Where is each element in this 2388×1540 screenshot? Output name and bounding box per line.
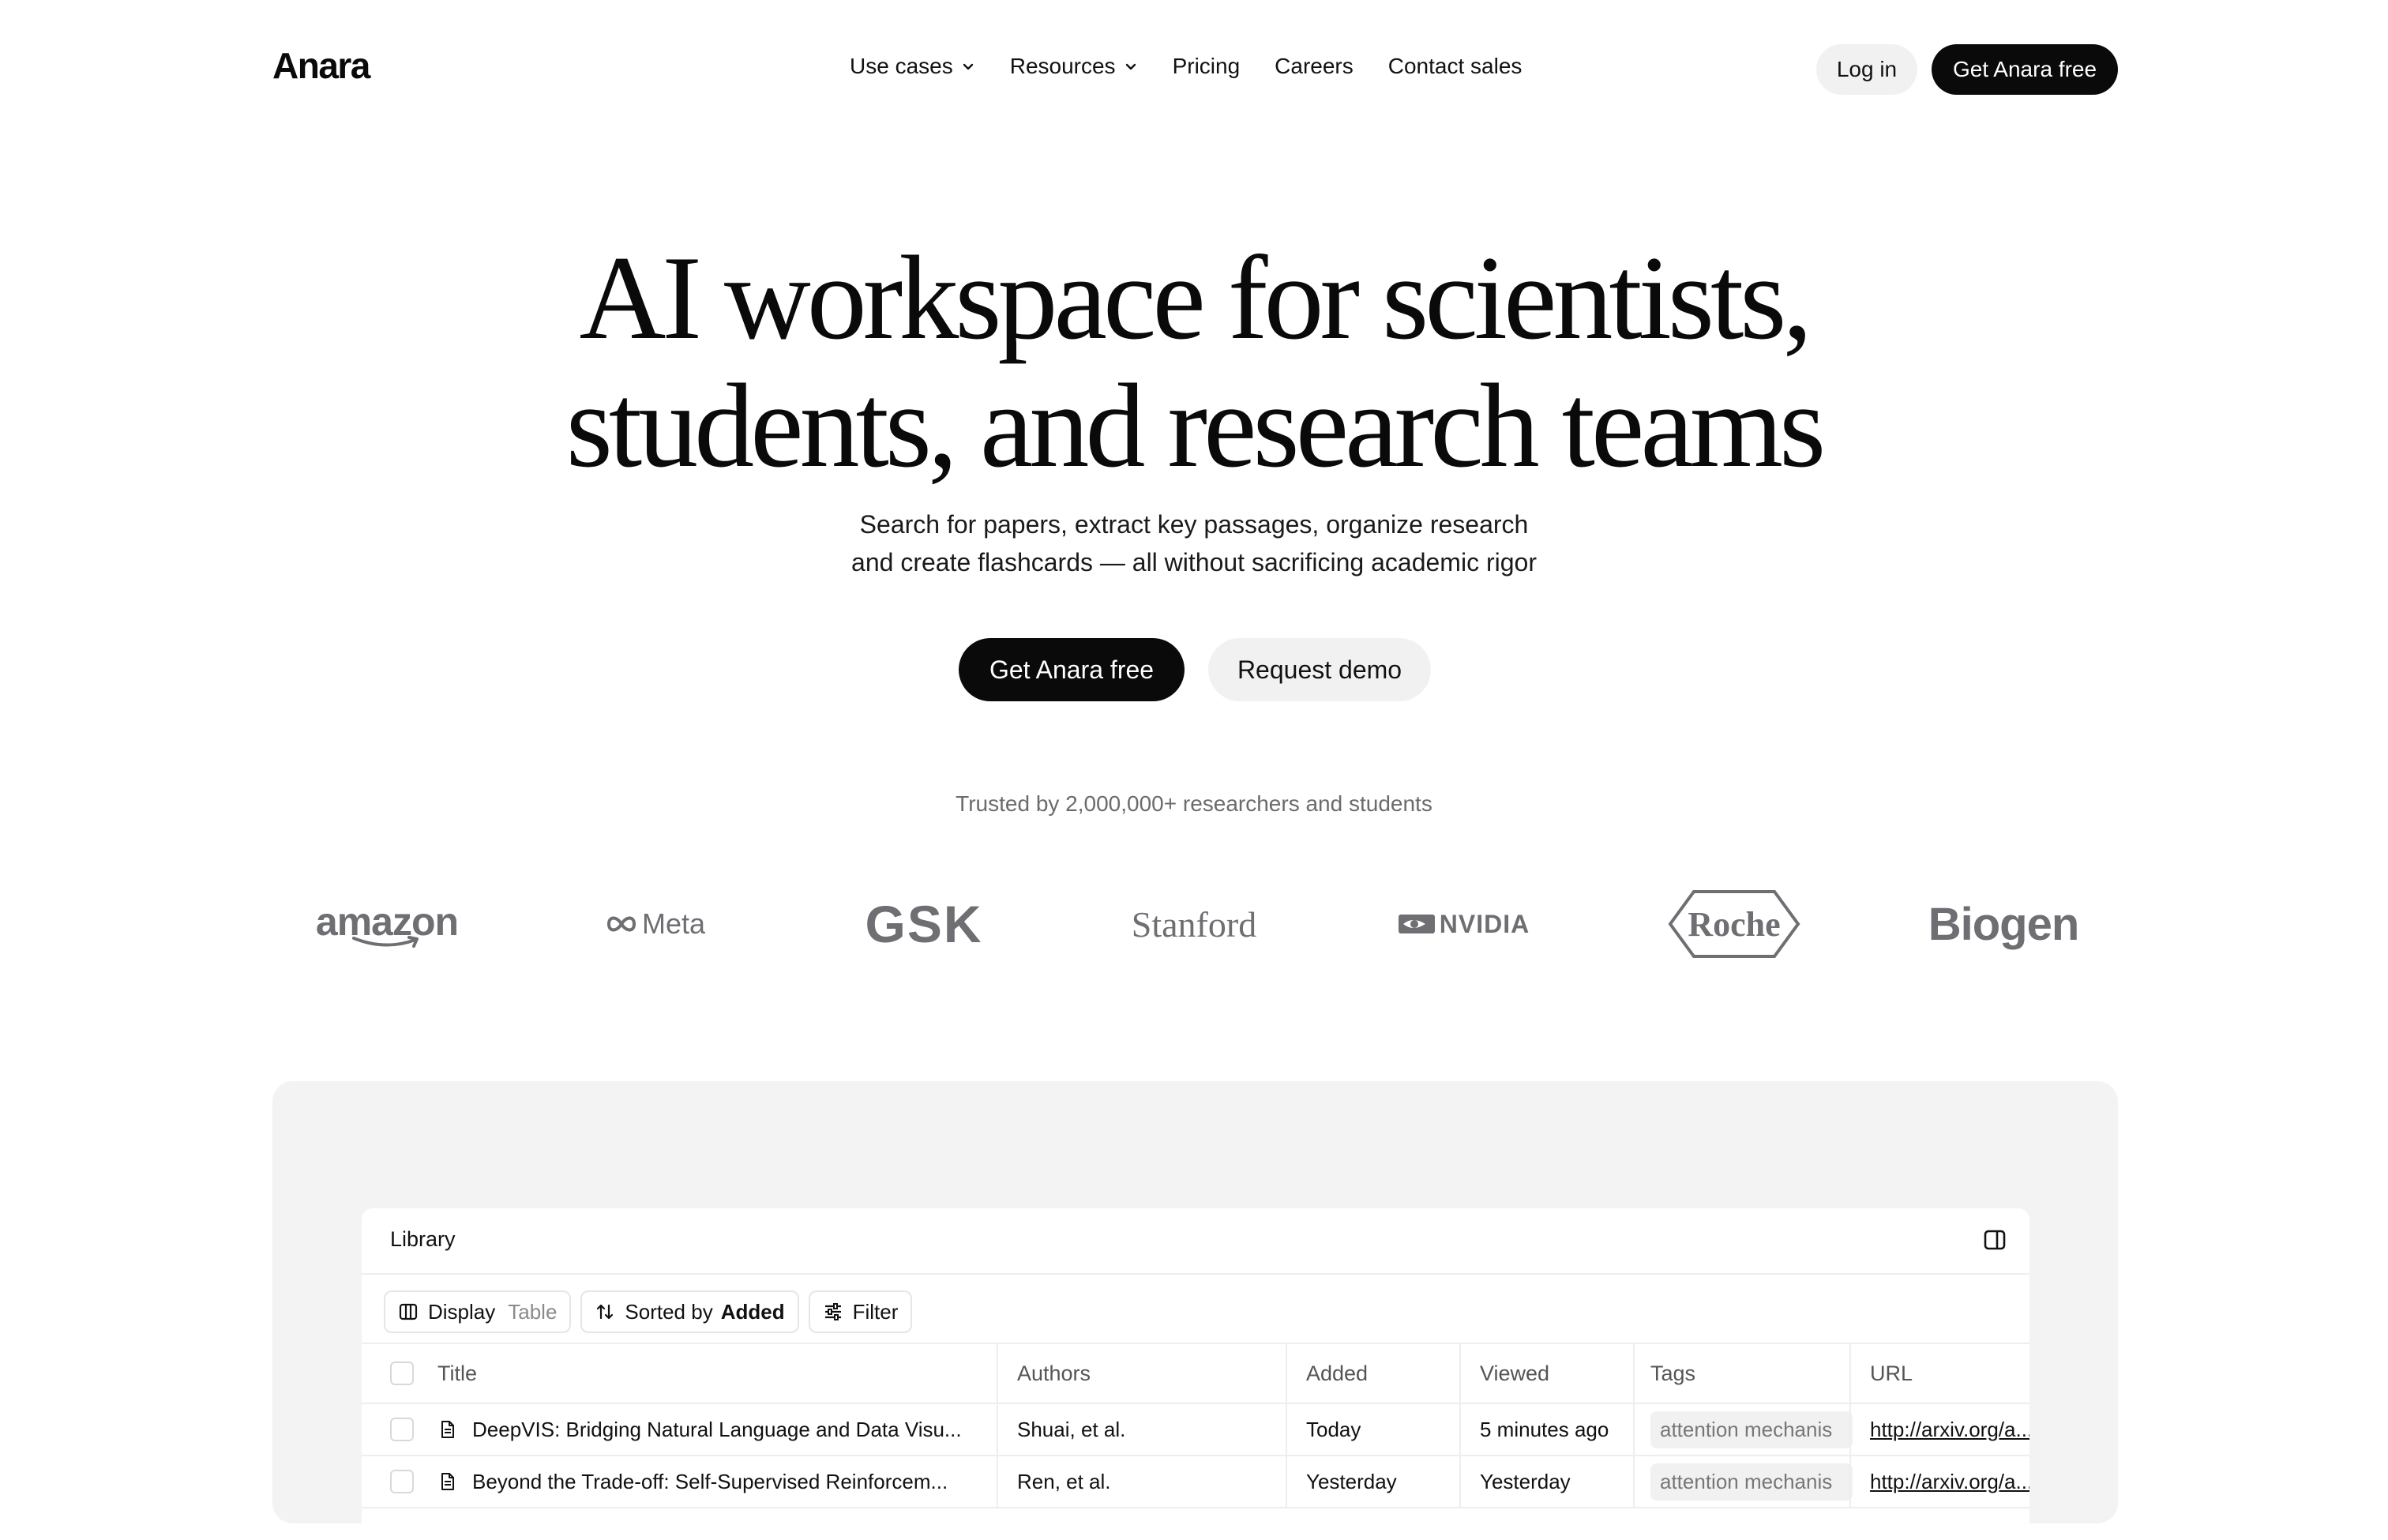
library-header: Library: [362, 1208, 2029, 1275]
table-row[interactable]: Beyond the Trade-off: Self-Supervised Re…: [362, 1456, 2029, 1508]
biogen-logo: Biogen: [1928, 898, 2080, 950]
sort-button[interactable]: Sorted by Added: [580, 1290, 799, 1333]
hero-buttons: Get Anara free Request demo: [959, 638, 1431, 701]
gsk-logo: GSK: [865, 895, 983, 953]
row-viewed: Yesterday: [1459, 1456, 1654, 1507]
hero-subtitle-line-1: Search for papers, extract key passages,…: [859, 510, 1529, 539]
row-check-cell: [390, 1456, 414, 1507]
nvidia-eye-icon: [1398, 915, 1435, 933]
row-authors: Shuai, et al.: [997, 1404, 1306, 1455]
menu-careers-label: Careers: [1275, 54, 1354, 78]
select-all-checkbox[interactable]: [390, 1362, 414, 1385]
menu-use-cases-label: Use cases: [850, 54, 953, 78]
row-added: Yesterday: [1286, 1456, 1480, 1507]
row-url-link[interactable]: http://arxiv.org/a...: [1870, 1470, 2029, 1494]
row-tags-cell: attention mechanis: [1633, 1456, 1867, 1507]
filter-sliders-icon: [824, 1303, 841, 1320]
table-row[interactable]: DeepVIS: Bridging Natural Language and D…: [362, 1404, 2029, 1456]
tag-chip[interactable]: attention mechanis: [1650, 1463, 1853, 1501]
row-viewed: 5 minutes ago: [1459, 1404, 1654, 1455]
display-button[interactable]: Display Table: [384, 1290, 572, 1333]
request-demo-button[interactable]: Request demo: [1208, 638, 1431, 701]
library-card: Library Display Table Sorted by Added Fi…: [362, 1208, 2029, 1540]
document-icon: [441, 1421, 454, 1438]
menu-resources[interactable]: Resources: [1010, 54, 1138, 79]
customer-logos: amazon Meta GSK Stanford NVIDIA Roche Bi…: [272, 885, 2118, 963]
nvidia-logo: NVIDIA: [1349, 885, 1578, 963]
chevron-down-icon: [1125, 63, 1136, 70]
menu-careers[interactable]: Careers: [1275, 54, 1354, 79]
row-added: Today: [1286, 1404, 1480, 1455]
menu-resources-label: Resources: [1009, 54, 1116, 78]
column-header-viewed[interactable]: Viewed: [1459, 1344, 1654, 1403]
stanford-logo: Stanford: [1131, 903, 1257, 945]
column-header-authors[interactable]: Authors: [997, 1344, 1306, 1403]
menu-pricing[interactable]: Pricing: [1173, 54, 1241, 79]
tag-chip[interactable]: attention mechanis: [1650, 1410, 1853, 1448]
hero-subtitle: Search for papers, extract key passages,…: [0, 505, 2388, 581]
amazon-logo: amazon: [272, 885, 501, 963]
menu-use-cases[interactable]: Use cases: [850, 54, 975, 79]
sidebar-toggle-icon[interactable]: [1982, 1227, 2007, 1253]
row-url-link[interactable]: http://arxiv.org/a...: [1870, 1418, 2029, 1442]
select-all-cell: [390, 1344, 414, 1403]
hero-title-line-2: students, and research teams: [565, 359, 1826, 492]
column-header-tags[interactable]: Tags: [1633, 1344, 1867, 1403]
hero-title-line-1: AI workspace for scientists,: [579, 231, 1813, 364]
row-title: DeepVIS: Bridging Natural Language and D…: [472, 1417, 962, 1441]
meta-infinity-icon: [606, 916, 636, 932]
row-checkbox[interactable]: [390, 1418, 414, 1441]
login-button[interactable]: Log in: [1816, 44, 1917, 95]
row-tags-cell: attention mechanis: [1633, 1404, 1867, 1455]
library-toolbar: Display Table Sorted by Added Filter: [384, 1290, 913, 1333]
menu-contact-sales-label: Contact sales: [1387, 54, 1523, 78]
get-anara-free-nav-button[interactable]: Get Anara free: [1932, 44, 2118, 95]
row-title: Beyond the Trade-off: Self-Supervised Re…: [472, 1469, 948, 1493]
display-label: Display: [428, 1299, 496, 1324]
row-url-cell: http://arxiv.org/a...: [1849, 1404, 2029, 1455]
row-title-cell[interactable]: Beyond the Trade-off: Self-Supervised Re…: [414, 1456, 1020, 1507]
hero-subtitle-line-2: and create flashcards — all without sacr…: [851, 548, 1537, 577]
library-title: Library: [390, 1227, 456, 1251]
column-header-url[interactable]: URL: [1849, 1344, 2029, 1403]
top-nav: Anara Use cases Resources Pricing Career…: [0, 0, 2388, 139]
column-header-title[interactable]: Title: [414, 1344, 1020, 1403]
roche-wordmark: Roche: [1688, 904, 1781, 944]
table-header-row: Title Authors Added Viewed Tags URL: [362, 1344, 2029, 1404]
row-check-cell: [390, 1404, 414, 1455]
row-title-cell[interactable]: DeepVIS: Bridging Natural Language and D…: [414, 1404, 1020, 1455]
amazon-smile-icon: [352, 936, 419, 948]
chevron-down-icon: [963, 63, 973, 70]
product-demo-panel: Library Display Table Sorted by Added Fi…: [272, 1081, 2118, 1540]
library-table: Title Authors Added Viewed Tags URL Deep…: [362, 1343, 2029, 1508]
column-header-added[interactable]: Added: [1286, 1344, 1480, 1403]
trusted-by-text: Trusted by 2,000,000+ researchers and st…: [956, 791, 1432, 816]
meta-logo: Meta: [541, 885, 770, 963]
row-authors: Ren, et al.: [997, 1456, 1306, 1507]
hero-title: AI workspace for scientists, students, a…: [0, 234, 2388, 490]
row-checkbox[interactable]: [390, 1470, 414, 1493]
menu-contact-sales[interactable]: Contact sales: [1388, 54, 1523, 79]
menu-pricing-label: Pricing: [1172, 54, 1241, 78]
anara-logo[interactable]: Anara: [272, 44, 370, 87]
row-url-cell: http://arxiv.org/a...: [1849, 1456, 2029, 1507]
get-anara-free-button[interactable]: Get Anara free: [959, 638, 1185, 701]
sort-label: Sorted by: [625, 1299, 713, 1324]
sort-value: Added: [720, 1299, 785, 1324]
document-icon: [441, 1473, 454, 1490]
display-value: Table: [508, 1299, 558, 1324]
meta-wordmark: Meta: [641, 907, 706, 940]
roche-logo: Roche: [1620, 885, 1849, 963]
nvidia-wordmark: NVIDIA: [1439, 909, 1530, 938]
filter-button[interactable]: Filter: [808, 1290, 913, 1333]
columns-icon: [399, 1303, 418, 1320]
main-menu: Use cases Resources Pricing Careers Cont…: [850, 54, 1522, 79]
filter-label: Filter: [852, 1299, 899, 1324]
sort-arrows-icon: [597, 1304, 614, 1320]
